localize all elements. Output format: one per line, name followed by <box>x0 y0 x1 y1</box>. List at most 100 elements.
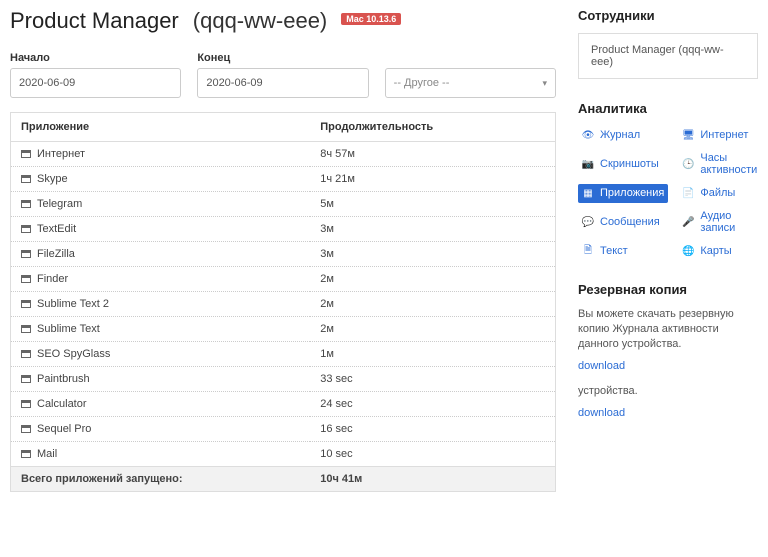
analytics-item-grid[interactable]: ▦Приложения <box>578 184 668 203</box>
app-name: Paintbrush <box>37 373 90 385</box>
analytics-item-label: Интернет <box>700 129 748 142</box>
app-name: Finder <box>37 273 68 285</box>
app-cell: TextEdit <box>11 217 311 242</box>
title-device: (qqq-ww-eee) <box>193 8 328 34</box>
table-row: Sublime Text 22м <box>11 292 556 317</box>
app-name: Skype <box>37 173 68 185</box>
chat-icon: 💬 <box>582 216 594 228</box>
duration-cell: 16 sec <box>310 417 555 442</box>
total-label: Всего приложений запущено: <box>11 467 311 492</box>
window-icon <box>21 200 31 208</box>
window-icon <box>21 450 31 458</box>
app-cell: Skype <box>11 167 311 192</box>
window-icon <box>21 250 31 258</box>
duration-cell: 33 sec <box>310 367 555 392</box>
table-row: Calculator 24 sec <box>11 392 556 417</box>
start-date-input[interactable] <box>10 68 181 98</box>
other-select-text: -- Другое -- <box>394 77 450 89</box>
app-name: Интернет <box>37 148 85 160</box>
analytics-item-label: Сообщения <box>600 216 660 229</box>
table-row: Sublime Text 2м <box>11 317 556 342</box>
analytics-item-camera[interactable]: 📷 Скриншоты <box>578 149 668 180</box>
app-name: FileZilla <box>37 248 75 260</box>
app-name: Sublime Text 2 <box>37 298 109 310</box>
duration-cell: 3м <box>310 242 555 267</box>
table-row: Mail10 sec <box>11 442 556 467</box>
app-cell: Telegram <box>11 192 311 217</box>
text-icon: 🗎 <box>582 245 594 257</box>
window-icon <box>21 325 31 333</box>
start-date-label: Начало <box>10 52 181 64</box>
end-date-input[interactable] <box>197 68 368 98</box>
app-cell: SEO SpyGlass <box>11 342 311 367</box>
date-filters: Начало Конец -- Другое -- ▾ <box>10 52 556 98</box>
analytics-item-text[interactable]: 🗎Текст <box>578 242 668 261</box>
app-cell: Calculator <box>11 392 311 417</box>
apps-table: Приложение Продолжительность Интернет8ч … <box>10 112 556 492</box>
analytics-item-label: Файлы <box>700 187 735 200</box>
title-name: Product Manager <box>10 8 179 34</box>
backup-download-link-1[interactable]: download <box>578 360 625 372</box>
backup-text-2: устройства. <box>578 384 758 399</box>
monitor-icon: 🖥 <box>682 129 694 141</box>
table-row: Sequel Pro 16 sec <box>11 417 556 442</box>
window-icon <box>21 425 31 433</box>
other-label <box>385 52 556 64</box>
window-icon <box>21 300 31 308</box>
analytics-item-clock[interactable]: 🕒Часы активности <box>678 149 761 180</box>
app-cell: Sublime Text 2 <box>11 292 311 317</box>
file-icon: 📄 <box>682 187 694 199</box>
map-icon: 🌐 <box>682 245 694 257</box>
mic-icon: 🎤 <box>682 216 694 228</box>
col-app-header: Приложение <box>11 113 311 142</box>
analytics-item-map[interactable]: 🌐Карты <box>678 242 761 261</box>
employee-select[interactable]: Product Manager (qqq-ww-eee) <box>578 33 758 79</box>
total-value: 10ч 41м <box>310 467 555 492</box>
clock-icon: 🕒 <box>682 158 694 170</box>
app-name: Sublime Text <box>37 323 100 335</box>
app-cell: FileZilla <box>11 242 311 267</box>
app-cell: Интернет <box>11 142 311 167</box>
app-cell: Paintbrush <box>11 367 311 392</box>
table-row: Skype1ч 21м <box>11 167 556 192</box>
analytics-item-monitor[interactable]: 🖥 Интернет <box>678 126 761 145</box>
table-row: FileZilla 3м <box>11 242 556 267</box>
analytics-item-label: Скриншоты <box>600 158 659 171</box>
app-name: SEO SpyGlass <box>37 348 110 360</box>
app-name: Telegram <box>37 198 82 210</box>
table-row: Paintbrush 33 sec <box>11 367 556 392</box>
grid-icon: ▦ <box>582 187 594 199</box>
app-name: Calculator <box>37 398 87 410</box>
duration-cell: 24 sec <box>310 392 555 417</box>
analytics-item-eye[interactable]: 👁 Журнал <box>578 126 668 145</box>
duration-cell: 3м <box>310 217 555 242</box>
window-icon <box>21 150 31 158</box>
analytics-item-label: Журнал <box>600 129 640 142</box>
duration-cell: 10 sec <box>310 442 555 467</box>
window-icon <box>21 275 31 283</box>
app-cell: Mail <box>11 442 311 467</box>
eye-icon: 👁 <box>582 129 594 141</box>
employees-heading: Сотрудники <box>578 8 758 23</box>
analytics-nav: 👁 Журнал 🖥 Интернет 📷 Скриншоты 🕒Часы активнос… <box>578 126 758 260</box>
backup-download-link-2[interactable]: download <box>578 407 625 419</box>
table-row: Telegram 5м <box>11 192 556 217</box>
analytics-item-label: Аудио записи <box>700 210 757 235</box>
window-icon <box>21 225 31 233</box>
app-cell: Sequel Pro <box>11 417 311 442</box>
os-badge: Mac 10.13.6 <box>341 13 401 25</box>
analytics-item-mic[interactable]: 🎤 Аудио записи <box>678 207 761 238</box>
backup-text-1: Вы можете скачать резервную копию Журнал… <box>578 307 758 352</box>
analytics-item-file[interactable]: 📄 Файлы <box>678 184 761 203</box>
duration-cell: 5м <box>310 192 555 217</box>
duration-cell: 2м <box>310 267 555 292</box>
duration-cell: 2м <box>310 317 555 342</box>
analytics-heading: Аналитика <box>578 101 758 116</box>
camera-icon: 📷 <box>582 158 594 170</box>
table-row: TextEdit3м <box>11 217 556 242</box>
analytics-item-chat[interactable]: 💬 Сообщения <box>578 207 668 238</box>
app-cell: Sublime Text <box>11 317 311 342</box>
app-cell: Finder <box>11 267 311 292</box>
app-name: Sequel Pro <box>37 423 91 435</box>
other-select[interactable]: -- Другое -- ▾ <box>385 68 556 98</box>
